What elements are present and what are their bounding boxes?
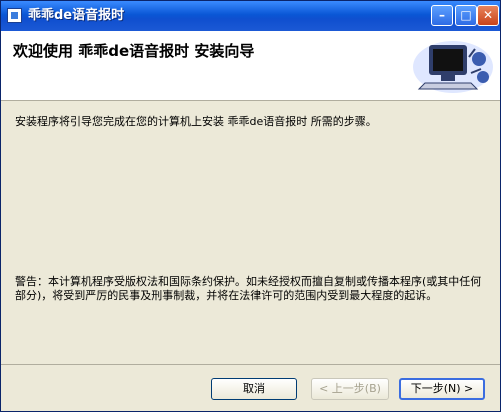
app-icon [7,8,22,23]
window-title: 乖乖de语音报时 [28,8,125,23]
next-button[interactable]: 下一步(N) > [399,378,485,400]
title-bar[interactable]: 乖乖de语音报时 – □ ✕ [1,1,500,31]
wizard-heading: 欢迎使用 乖乖de语音报时 安装向导 [13,42,255,60]
close-button[interactable]: ✕ [477,5,499,26]
installer-window: 乖乖de语音报时 – □ ✕ 欢迎使用 乖乖de语音报时 安装向导 安装程序将引… [0,0,501,412]
wizard-header: 欢迎使用 乖乖de语音报时 安装向导 [1,31,500,101]
back-button[interactable]: < 上一步(B) [311,378,389,400]
copyright-warning: 警告：本计算机程序受版权法和国际条约保护。如未经授权而擅自复制或传播本程序(或其… [15,275,482,302]
intro-text: 安装程序将引导您完成在您的计算机上安装 乖乖de语音报时 所需的步骤。 [15,115,377,128]
maximize-button[interactable]: □ [455,5,477,26]
computer-setup-icon [413,41,493,93]
minimize-button[interactable]: – [431,5,453,26]
footer-divider [1,364,500,365]
cancel-button[interactable]: 取消 [211,378,297,400]
